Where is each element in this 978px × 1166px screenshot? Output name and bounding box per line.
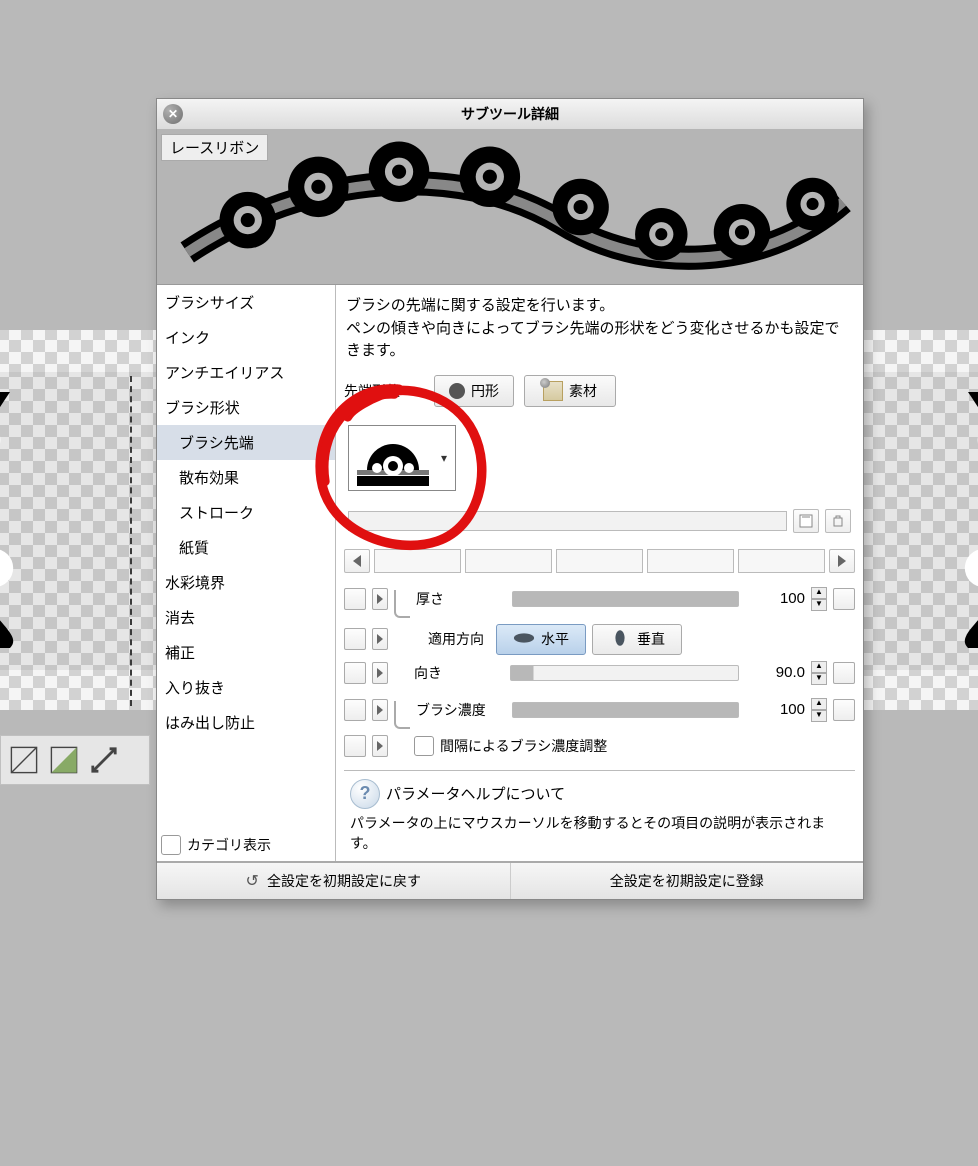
density-slider[interactable] xyxy=(512,702,739,718)
panel-footer: ↺ 全設定を初期設定に戻す 全設定を初期設定に登録 xyxy=(157,862,863,899)
vertical-icon xyxy=(609,629,631,650)
help-box: ? パラメータヘルプについて パラメータの上にマウスカーソルを移動するとその項目… xyxy=(344,770,855,861)
density-value: 100 xyxy=(745,701,805,718)
orientation-label: 向き xyxy=(414,663,504,683)
sidebar-item-taper[interactable]: 入り抜き xyxy=(157,670,335,705)
brush-preview: レースリボン xyxy=(157,130,863,285)
dir-horizontal-button[interactable]: 水平 xyxy=(496,624,586,655)
gap-adjust-checkbox[interactable] xyxy=(414,736,434,756)
hardness-seg[interactable] xyxy=(738,549,825,573)
param-showbtn[interactable] xyxy=(344,628,366,650)
density-label: ブラシ濃度 xyxy=(416,700,506,720)
sidebar-item-overflow[interactable]: はみ出し防止 xyxy=(157,705,335,740)
orientation-dyn[interactable] xyxy=(833,662,855,684)
category-show: カテゴリ表示 xyxy=(157,829,335,861)
tip-thumbnail[interactable]: ▾ xyxy=(348,425,456,491)
hardness-seg[interactable] xyxy=(374,549,461,573)
help-icon: ? xyxy=(350,779,380,809)
gap-adjust-row: 間隔によるブラシ濃度調整 xyxy=(344,732,855,760)
category-show-checkbox[interactable] xyxy=(161,835,181,855)
apply-dir-row: 適用方向 水平 垂直 xyxy=(344,621,855,658)
category-show-label: カテゴリ表示 xyxy=(187,835,271,855)
sidebar-item-stroke[interactable]: ストローク xyxy=(157,495,335,530)
circle-icon xyxy=(449,383,465,399)
hardness-seg[interactable] xyxy=(556,549,643,573)
density-dyn[interactable] xyxy=(833,699,855,721)
thickness-value: 100 xyxy=(745,590,805,607)
add-tip-icon[interactable] xyxy=(793,509,819,533)
gap-adjust-label: 間隔によるブラシ濃度調整 xyxy=(440,736,607,756)
tip-menu-icon[interactable]: ▾ xyxy=(435,451,453,465)
bg-lace-left xyxy=(0,390,90,650)
tip-list-bar[interactable] xyxy=(348,511,787,531)
hardness-seg[interactable] xyxy=(647,549,734,573)
param-showbtn[interactable] xyxy=(344,588,366,610)
sidebar-item-watercolor[interactable]: 水彩境界 xyxy=(157,565,335,600)
reset-icon: ↺ xyxy=(246,871,259,891)
thickness-dyn[interactable] xyxy=(833,588,855,610)
sidebar-item-antialias[interactable]: アンチエイリアス xyxy=(157,355,335,390)
horizontal-icon xyxy=(513,629,535,650)
tip-shape-circle-button[interactable]: 円形 xyxy=(434,375,514,407)
orientation-spinner[interactable]: ▲▼ xyxy=(811,661,827,685)
tip-shape-row: 先端形状 円形 素材 xyxy=(344,371,855,411)
orientation-slider[interactable] xyxy=(510,665,739,681)
bottom-toolbar xyxy=(0,735,150,785)
thickness-spinner[interactable]: ▲▼ xyxy=(811,587,827,611)
hardness-prev[interactable] xyxy=(344,549,370,573)
sidebar-item-correction[interactable]: 補正 xyxy=(157,635,335,670)
tool-icon-2[interactable] xyxy=(47,743,81,777)
brush-name-tag: レースリボン xyxy=(161,134,268,161)
hardness-row xyxy=(344,545,855,577)
tip-thumbnail-area: ▾ xyxy=(344,411,855,545)
density-row: ブラシ濃度 100 ▲▼ xyxy=(344,688,855,732)
sidebar-item-paper[interactable]: 紙質 xyxy=(157,530,335,565)
register-defaults-button[interactable]: 全設定を初期設定に登録 xyxy=(511,863,864,899)
sidebar-item-brush-shape[interactable]: ブラシ形状 xyxy=(157,390,335,425)
material-icon xyxy=(543,381,563,401)
bg-lace-right xyxy=(888,390,978,650)
reset-defaults-button[interactable]: ↺ 全設定を初期設定に戻す xyxy=(157,863,511,899)
density-spinner[interactable]: ▲▼ xyxy=(811,698,827,722)
param-expand[interactable] xyxy=(372,735,388,757)
param-showbtn[interactable] xyxy=(344,699,366,721)
sidebar-item-scatter[interactable]: 散布効果 xyxy=(157,460,335,495)
tip-shape-label: 先端形状 xyxy=(344,381,424,401)
param-expand[interactable] xyxy=(372,628,388,650)
sidebar-item-brush-tip[interactable]: ブラシ先端 xyxy=(157,425,335,460)
sidebar-item-erase[interactable]: 消去 xyxy=(157,600,335,635)
param-expand[interactable] xyxy=(372,588,388,610)
param-expand[interactable] xyxy=(372,699,388,721)
close-icon[interactable]: ✕ xyxy=(163,104,183,124)
delete-tip-icon[interactable] xyxy=(825,509,851,533)
sidebar-item-brush-size[interactable]: ブラシサイズ xyxy=(157,285,335,320)
sidebar-item-ink[interactable]: インク xyxy=(157,320,335,355)
dir-vertical-button[interactable]: 垂直 xyxy=(592,624,682,655)
subtool-detail-panel: ✕ サブツール詳細 レースリボン ブラシ xyxy=(156,98,864,900)
help-body: パラメータの上にマウスカーソルを移動するとその項目の説明が表示されます。 xyxy=(350,813,849,853)
thickness-row: 厚さ 100 ▲▼ xyxy=(344,577,855,621)
content-area: ブラシの先端に関する設定を行います。 ペンの傾きや向きによってブラシ先端の形状を… xyxy=(336,285,863,861)
thickness-slider[interactable] xyxy=(512,591,739,607)
category-description: ブラシの先端に関する設定を行います。 ペンの傾きや向きによってブラシ先端の形状を… xyxy=(344,291,855,371)
thickness-label: 厚さ xyxy=(416,589,506,609)
help-title: パラメータヘルプについて xyxy=(386,783,565,804)
apply-dir-label: 適用方向 xyxy=(414,629,490,649)
param-expand[interactable] xyxy=(372,662,388,684)
tool-icon-1[interactable] xyxy=(7,743,41,777)
hardness-seg[interactable] xyxy=(465,549,552,573)
panel-title: サブツール詳細 xyxy=(461,104,559,124)
category-sidebar: ブラシサイズ インク アンチエイリアス ブラシ形状 ブラシ先端 散布効果 ストロ… xyxy=(157,285,336,861)
tool-icon-3[interactable] xyxy=(87,743,121,777)
panel-titlebar[interactable]: ✕ サブツール詳細 xyxy=(157,99,863,130)
hardness-next[interactable] xyxy=(829,549,855,573)
orientation-row: 向き 90.0 ▲▼ xyxy=(344,658,855,688)
orientation-value: 90.0 xyxy=(745,664,805,681)
param-showbtn[interactable] xyxy=(344,735,366,757)
tip-shape-material-button[interactable]: 素材 xyxy=(524,375,616,407)
param-showbtn[interactable] xyxy=(344,662,366,684)
